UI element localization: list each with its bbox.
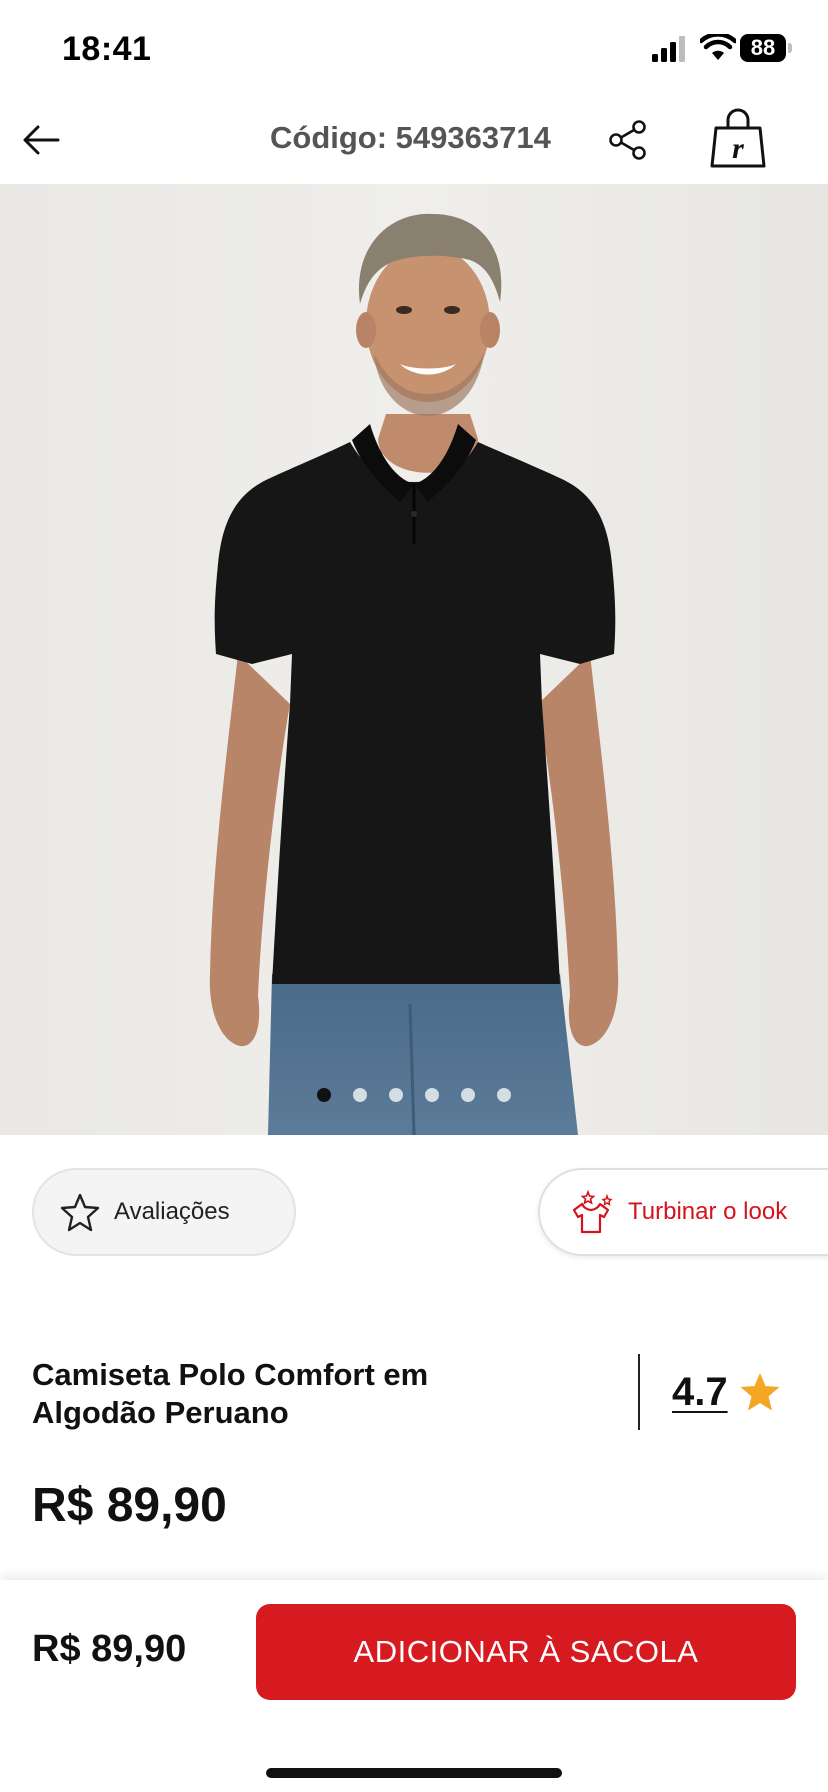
share-icon[interactable]	[606, 118, 650, 162]
shopping-bag-icon[interactable]: r	[708, 106, 768, 170]
signal-icon	[652, 36, 685, 62]
star-filled-icon	[740, 1373, 780, 1411]
carousel-dot[interactable]	[425, 1088, 439, 1102]
turbinar-look-button[interactable]: Turbinar o look	[538, 1168, 828, 1256]
bottom-purchase-bar: R$ 89,90 ADICIONAR À SACOLA	[0, 1580, 828, 1792]
status-time: 18:41	[62, 30, 152, 68]
top-header: Código: 549363714 r	[0, 96, 828, 184]
carousel-dot[interactable]	[461, 1088, 475, 1102]
carousel-dot[interactable]	[353, 1088, 367, 1102]
product-image[interactable]	[0, 184, 828, 1135]
product-price: R$ 89,90	[32, 1479, 227, 1532]
bottom-price: R$ 89,90	[32, 1628, 187, 1670]
add-to-bag-button[interactable]: ADICIONAR À SACOLA	[256, 1604, 796, 1700]
model-photo	[0, 184, 828, 1135]
reviews-label: Avaliações	[114, 1198, 230, 1225]
svg-text:r: r	[732, 132, 744, 165]
star-outline-icon	[60, 1193, 100, 1232]
wifi-icon	[700, 34, 736, 60]
reviews-button[interactable]: Avaliações	[32, 1168, 296, 1256]
carousel-dot[interactable]	[497, 1088, 511, 1102]
product-detail-screen: 18:41 88 Código: 549363714 r Avaliações …	[0, 0, 828, 1792]
carousel-dot[interactable]	[317, 1088, 331, 1102]
battery-level: 88	[750, 35, 776, 60]
rating-divider	[638, 1354, 640, 1430]
home-indicator[interactable]	[266, 1768, 562, 1778]
status-bar: 18:41 88	[0, 0, 828, 96]
product-code: Código: 549363714	[270, 120, 551, 155]
turbinar-look-label: Turbinar o look	[628, 1198, 788, 1225]
rating-value[interactable]: 4.7	[672, 1370, 728, 1415]
carousel-dot[interactable]	[389, 1088, 403, 1102]
shirt-sparkle-icon	[572, 1190, 613, 1234]
image-carousel-dots	[0, 1088, 828, 1102]
battery-icon: 88	[740, 34, 794, 62]
back-arrow-icon[interactable]	[18, 116, 66, 164]
product-title: Camiseta Polo Comfort em Algodão Peruano	[32, 1357, 429, 1430]
